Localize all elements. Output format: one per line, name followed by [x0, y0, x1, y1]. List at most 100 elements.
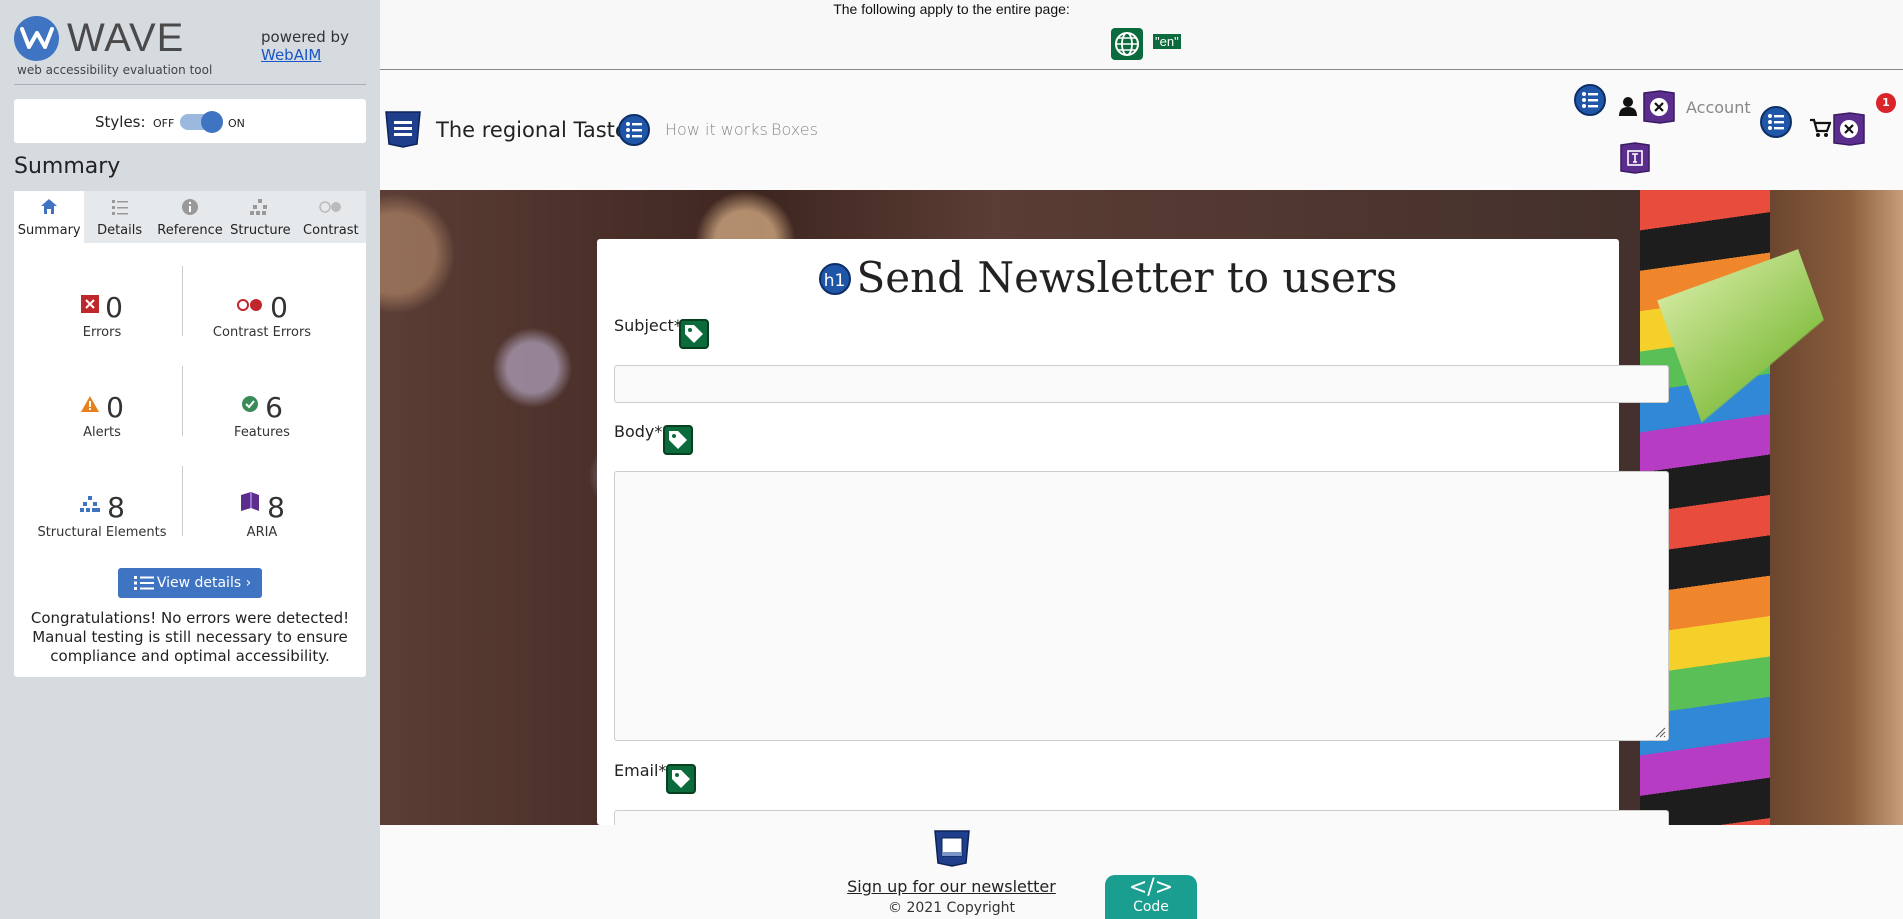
page-title: h1 Send Newsletter to users [597, 253, 1619, 302]
feature-check-icon [241, 387, 259, 421]
alerts-label: Alerts [83, 425, 121, 440]
errors-count: 0 [105, 291, 123, 324]
contrast-errors-label: Contrast Errors [212, 325, 312, 340]
subject-input[interactable] [614, 365, 1669, 403]
features-label: Features [234, 425, 290, 440]
copyright-text: © 2021 Copyright [888, 900, 1015, 916]
page-content: The following apply to the entire page: … [380, 0, 1903, 919]
alert-icon [80, 387, 100, 421]
code-icon: </> [1128, 875, 1174, 900]
error-icon [81, 287, 100, 321]
site-brand[interactable]: The regional Taste [436, 118, 628, 142]
aria-hidden-icon[interactable] [1832, 112, 1866, 150]
unordered-list-icon[interactable] [1760, 106, 1792, 142]
tab-contrast[interactable]: Contrast [296, 191, 366, 243]
list-icon [84, 198, 154, 220]
site-navbar: The regional Taste How it works Boxes Ac… [380, 70, 1903, 190]
home-icon [14, 198, 84, 220]
code-label: Code [1133, 899, 1169, 915]
summary-heading: Summary [14, 154, 121, 179]
user-icon[interactable] [1618, 96, 1638, 120]
aria-tabindex-icon[interactable] [1619, 142, 1651, 178]
cart-count-badge: 1 [1876, 93, 1896, 113]
styles-off-label: OFF [153, 117, 175, 130]
styles-toggle[interactable] [180, 111, 223, 133]
applies-text: The following apply to the entire page: [833, 1, 1070, 17]
page-title-text: Send Newsletter to users [856, 253, 1398, 302]
summary-panel: Summary Details Reference Structure Cont… [14, 191, 366, 677]
tab-summary[interactable]: Summary [14, 191, 85, 243]
nav-how-it-works[interactable]: How it works [665, 120, 768, 139]
powered-by-text: powered by [261, 28, 349, 46]
body-label: Body* [614, 422, 663, 441]
structural-count: 8 [107, 491, 125, 524]
aria-icon [239, 487, 261, 521]
language-globe-icon[interactable] [1111, 28, 1143, 60]
features-count: 6 [265, 391, 283, 424]
wave-logo-icon [14, 16, 59, 61]
view-details-button[interactable]: View details › [118, 568, 262, 598]
styles-on-label: ON [228, 117, 245, 130]
code-element-badge[interactable]: </> Code [1105, 875, 1197, 919]
landmark-nav-icon[interactable] [384, 110, 422, 152]
label-tag-icon[interactable] [666, 764, 696, 794]
tab-structure[interactable]: Structure [225, 191, 295, 243]
stat-contrast-errors[interactable]: 0 Contrast Errors [182, 287, 342, 340]
aria-label: ARIA [246, 525, 278, 540]
tab-contrast-label: Contrast [303, 223, 359, 238]
wave-sidebar: WAVE web accessibility evaluation tool p… [0, 0, 380, 919]
info-icon [155, 198, 225, 220]
styles-label: Styles: [95, 113, 146, 131]
wave-tabs: Summary Details Reference Structure Cont… [14, 191, 366, 243]
tab-summary-label: Summary [17, 223, 81, 238]
styles-toggle-panel: Styles: OFF ON [14, 99, 366, 143]
hero-background: h1 Send Newsletter to users Subject* Body… [380, 190, 1903, 825]
wave-header: WAVE web accessibility evaluation tool p… [14, 14, 366, 84]
site-footer: Sign up for our newsletter © 2021 Copyri… [380, 825, 1903, 919]
email-input[interactable] [614, 810, 1669, 825]
webaim-link[interactable]: WebAIM [261, 46, 321, 64]
divider [14, 84, 366, 85]
list-icon [134, 576, 154, 590]
stat-aria[interactable]: 8 ARIA [182, 487, 342, 540]
aria-hidden-icon[interactable] [1642, 90, 1676, 128]
nav-account[interactable]: Account [1686, 98, 1751, 117]
label-tag-icon[interactable] [663, 425, 693, 455]
congrats-message: Congratulations! No errors were detected… [30, 609, 350, 665]
nav-boxes[interactable]: Boxes [771, 120, 818, 139]
stat-features[interactable]: 6 Features [182, 387, 342, 440]
subject-label: Subject* [614, 316, 682, 335]
structure-icon [225, 198, 295, 220]
structure-icon [79, 487, 101, 521]
page-wide-annotations: The following apply to the entire page: … [380, 0, 1903, 70]
stat-structural[interactable]: 8 Structural Elements [22, 487, 182, 540]
resize-handle-icon[interactable] [1654, 726, 1666, 738]
toggle-knob [201, 111, 223, 133]
body-textarea[interactable] [614, 471, 1669, 741]
newsletter-signup-link[interactable]: Sign up for our newsletter [380, 877, 1523, 896]
wave-tagline: web accessibility evaluation tool [17, 63, 213, 77]
tab-reference[interactable]: Reference [155, 191, 225, 243]
tab-details[interactable]: Details [84, 191, 154, 243]
newsletter-form-card: h1 Send Newsletter to users Subject* Body… [597, 239, 1669, 825]
errors-label: Errors [82, 325, 122, 340]
tab-structure-label: Structure [230, 223, 291, 238]
unordered-list-icon[interactable] [618, 114, 650, 150]
contrast-error-icon [236, 287, 264, 321]
structural-label: Structural Elements [37, 525, 167, 540]
alerts-count: 0 [106, 391, 124, 424]
stat-alerts[interactable]: 0 Alerts [22, 387, 182, 440]
stat-errors[interactable]: 0 Errors [22, 287, 182, 340]
tab-reference-label: Reference [157, 223, 223, 238]
unordered-list-icon[interactable] [1574, 84, 1606, 120]
label-tag-icon[interactable] [679, 319, 709, 349]
contrast-errors-count: 0 [270, 291, 288, 324]
aria-count: 8 [267, 491, 285, 524]
landmark-footer-icon[interactable] [933, 829, 971, 871]
tab-details-label: Details [97, 223, 143, 238]
cart-icon[interactable] [1809, 118, 1832, 142]
powered-by: powered by WebAIM [261, 28, 349, 64]
email-label: Email* [614, 761, 667, 780]
h1-icon[interactable]: h1 [818, 263, 851, 295]
wave-title: WAVE [67, 16, 185, 60]
